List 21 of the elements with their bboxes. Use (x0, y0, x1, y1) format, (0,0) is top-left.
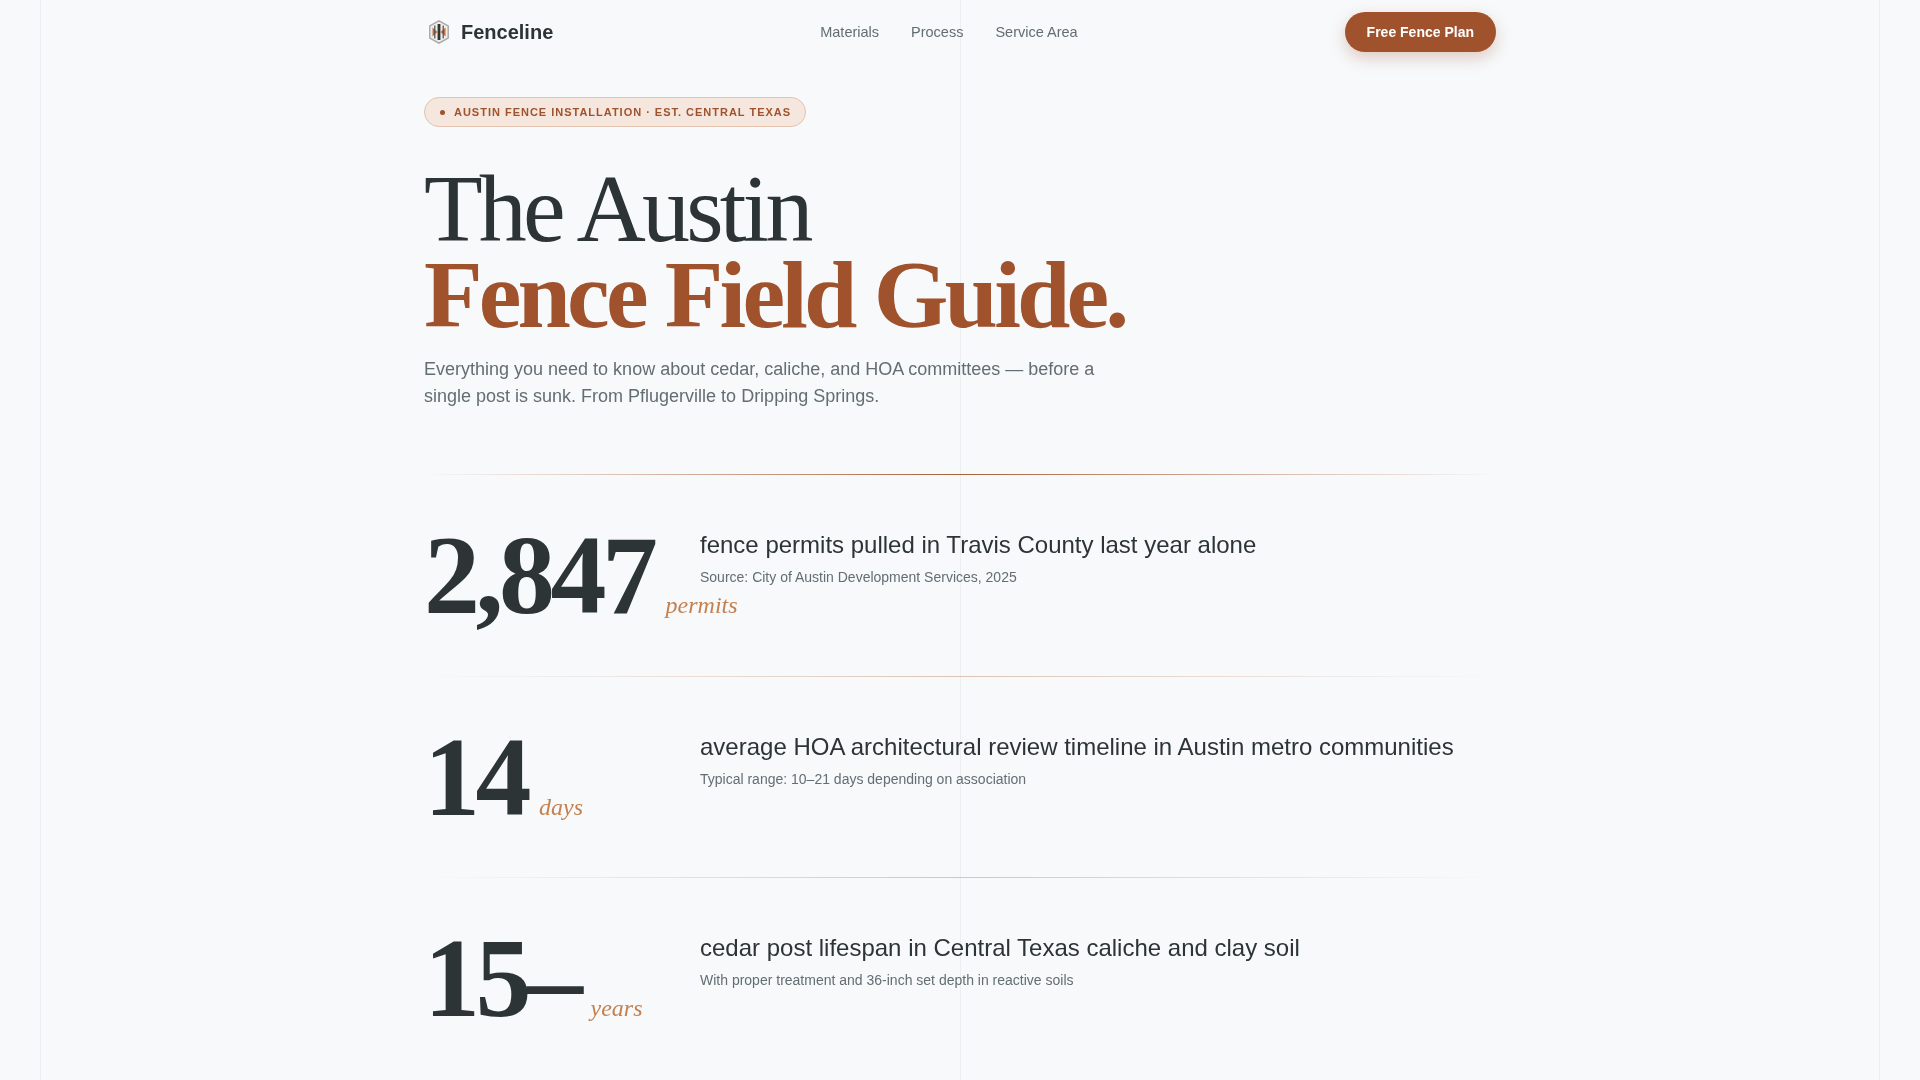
stat-title: fence permits pulled in Travis County last year alone (700, 529, 1257, 560)
logo-icon (429, 20, 449, 44)
stat-note: With proper treatment and 36-inch set depth in reactive soils (700, 971, 1074, 991)
hero-heading-accent: Fence Field Guide. (424, 252, 1126, 339)
stat-number: 15– (424, 928, 579, 1030)
cta-button[interactable]: Free Fence Plan (1344, 12, 1496, 52)
stat-number: 14 (424, 726, 528, 828)
nav-link[interactable]: Service Area (995, 24, 1078, 40)
stat-unit: days (539, 792, 584, 822)
stat-title: cedar post lifespan in Central Texas caliche and clay soil (700, 933, 1300, 964)
hero-heading: The Austin (424, 166, 810, 253)
stat-title: average HOA architectural review timeline in Austin metro communities (700, 731, 1454, 762)
badge-text: AUSTIN FENCE INSTALLATION · EST. CENTRAL TEXAS (454, 106, 792, 118)
stat-note: Source: City of Austin Development Services, 2025 (700, 567, 1017, 587)
stat-unit: permits (665, 590, 738, 620)
nav-link[interactable]: Process (911, 24, 964, 40)
hero-intro: Everything you need to know about cedar, caliche, and HOA committees — before a single post is sunk. From Pflugerville to Dripping Springs. (424, 357, 1096, 408)
stat-note: Typical range: 10–21 days depending on association (700, 769, 1027, 789)
stat-unit: years (590, 994, 643, 1024)
nav-link[interactable]: Materials (820, 24, 880, 40)
brand-name[interactable]: Fenceline (461, 22, 554, 42)
